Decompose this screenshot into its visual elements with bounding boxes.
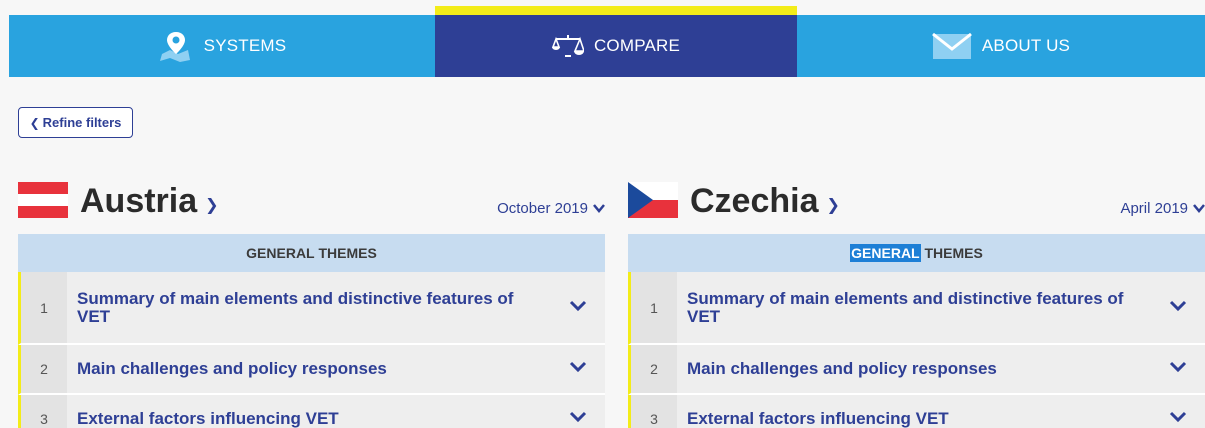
active-tab-indicator — [435, 6, 797, 15]
envelope-icon — [931, 32, 972, 60]
date-label: April 2019 — [1120, 200, 1188, 217]
theme-row[interactable]: 3 External factors influencing VET — [18, 395, 605, 428]
nav-about-label: ABOUT US — [981, 36, 1071, 55]
country-column-right: Czechia ❯ April 2019 GENERAL THEMES 1 Su… — [628, 180, 1205, 428]
date-label: October 2019 — [497, 200, 588, 217]
refine-filters-label: Refine filters — [42, 115, 122, 130]
theme-title: External factors influencing VET — [687, 409, 949, 428]
chevron-down-icon — [1193, 201, 1205, 216]
refine-filters-button[interactable]: ❮ Refine filters — [18, 107, 133, 138]
theme-row[interactable]: 2 Main challenges and policy responses — [18, 345, 605, 395]
theme-header: GENERAL THEMES — [18, 234, 605, 272]
theme-row[interactable]: 3 External factors influencing VET — [628, 395, 1205, 428]
country-column-left: Austria ❯ October 2019 GENERAL THEMES 1 … — [18, 180, 605, 428]
theme-header: GENERAL THEMES — [628, 234, 1205, 272]
theme-number: 2 — [21, 345, 67, 393]
theme-number: 3 — [21, 395, 67, 428]
chevron-down-icon: ❯ — [205, 196, 219, 214]
chevron-down-icon — [569, 299, 587, 317]
country-selector[interactable]: Austria ❯ — [80, 182, 219, 221]
country-header: Czechia ❯ April 2019 — [628, 180, 1205, 234]
theme-header-highlighted: GENERAL — [850, 244, 921, 262]
top-navigation: SYSTEMS COMPARE ABOUT US — [0, 0, 1205, 77]
country-name: Czechia — [690, 182, 819, 220]
nav-compare-label: COMPARE — [593, 36, 681, 55]
theme-number: 3 — [631, 395, 677, 428]
chevron-left-icon: ❮ — [29, 115, 40, 130]
theme-title: Summary of main elements and distinctive… — [77, 288, 514, 326]
chevron-down-icon: ❯ — [826, 196, 840, 214]
country-name: Austria — [80, 182, 198, 220]
chevron-down-icon — [1169, 360, 1187, 378]
theme-row[interactable]: 1 Summary of main elements and distincti… — [628, 272, 1205, 345]
chevron-down-icon — [1169, 410, 1187, 428]
austria-flag-icon — [18, 182, 68, 218]
map-pin-icon — [158, 30, 194, 62]
country-header: Austria ❯ October 2019 — [18, 180, 605, 234]
theme-header-a: GENERAL — [246, 245, 315, 261]
theme-title: External factors influencing VET — [77, 409, 339, 428]
chevron-down-icon — [1169, 299, 1187, 317]
czechia-flag-icon — [628, 182, 678, 218]
theme-header-b: THEMES — [920, 245, 983, 261]
nav-tab-about-us[interactable]: ABOUT US — [797, 15, 1205, 77]
scales-icon — [551, 33, 584, 59]
chevron-down-icon — [593, 201, 605, 216]
theme-title: Main challenges and policy responses — [77, 359, 387, 378]
date-selector[interactable]: April 2019 — [1120, 200, 1205, 217]
country-selector[interactable]: Czechia ❯ — [690, 182, 840, 221]
chevron-down-icon — [569, 410, 587, 428]
theme-row[interactable]: 2 Main challenges and policy responses — [628, 345, 1205, 395]
date-selector[interactable]: October 2019 — [497, 200, 605, 217]
nav-tab-compare[interactable]: COMPARE — [435, 15, 797, 77]
theme-number: 2 — [631, 345, 677, 393]
nav-tab-systems[interactable]: SYSTEMS — [9, 15, 435, 77]
theme-header-b: THEMES — [314, 245, 377, 261]
chevron-down-icon — [569, 360, 587, 378]
theme-title: Summary of main elements and distinctive… — [687, 288, 1124, 326]
theme-row[interactable]: 1 Summary of main elements and distincti… — [18, 272, 605, 345]
theme-number: 1 — [21, 272, 67, 343]
theme-title: Main challenges and policy responses — [687, 359, 997, 378]
theme-number: 1 — [631, 272, 677, 343]
nav-systems-label: SYSTEMS — [203, 36, 287, 55]
